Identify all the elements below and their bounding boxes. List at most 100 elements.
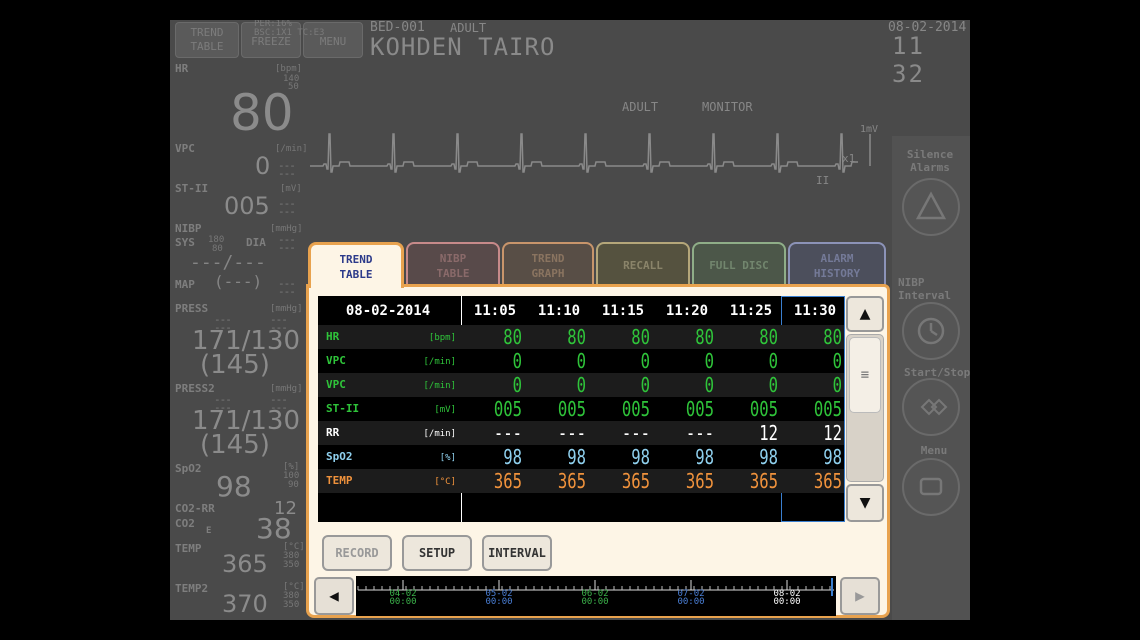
- hr-label: HR: [175, 62, 189, 75]
- temp2-label: TEMP2: [175, 582, 209, 595]
- record-button[interactable]: RECORD: [322, 535, 392, 571]
- header-time: 11 32: [892, 32, 925, 88]
- table-cell: 80: [759, 325, 778, 349]
- table-cell: 0: [640, 373, 650, 397]
- table-cell: 005: [749, 397, 778, 421]
- status-text: PER:16% BSC:1X1 TC:E3: [254, 20, 325, 38]
- table-cell: 005: [813, 397, 842, 421]
- row-unit: [/min]: [423, 429, 456, 439]
- trend-table-panel: 08-02-2014 11:05 11:10 11:15 11:20 11:25 11:3…: [306, 284, 890, 618]
- time-header: 11:05: [473, 303, 517, 319]
- table-cell: 98: [631, 445, 650, 469]
- trend-table-top-button[interactable]: TREND TABLE: [175, 22, 239, 58]
- nibp-interval-button[interactable]: [902, 302, 960, 360]
- row-label: HR: [326, 330, 340, 343]
- table-cell: 365: [493, 469, 522, 493]
- up-arrow-icon: ▲: [859, 303, 871, 324]
- row-label: VPC: [326, 354, 346, 367]
- interval-button[interactable]: INTERVAL: [482, 535, 552, 571]
- table-cell: 80: [631, 325, 650, 349]
- table-cell: ---: [557, 421, 586, 445]
- timeline-scale[interactable]: 04-02 00:00 05-02 00:00 06-02 00:00 07-02 00:00…: [356, 576, 836, 616]
- setup-button[interactable]: SETUP: [402, 535, 472, 571]
- temp2-limit-lo: 350: [283, 600, 300, 610]
- hr-value: 80: [230, 84, 294, 142]
- right-arrow-icon: ▶: [855, 586, 865, 605]
- menu-button[interactable]: [902, 458, 960, 516]
- table-cell: 0: [704, 349, 714, 373]
- st-limits: --- ---: [278, 197, 296, 218]
- timeline-label: 06-02 00:00: [575, 590, 615, 607]
- timeline-next-button[interactable]: ▶: [840, 577, 880, 615]
- trend-panel: TREND TABLE NIBP TABLE TREND GRAPH RECAL…: [306, 242, 890, 618]
- row-label: VPC: [326, 378, 346, 391]
- nibp-sys-label: SYS: [175, 236, 195, 249]
- row-label: SpO2: [326, 450, 353, 463]
- timeline-label: 04-02 00:00: [383, 590, 423, 607]
- table-cell: 12: [759, 421, 778, 445]
- table-cell: 0: [576, 373, 586, 397]
- temp-limit-lo: 350: [283, 560, 300, 570]
- row-unit: [mV]: [434, 405, 456, 415]
- table-row: VPC [/min] 0 0 0 0 0 0: [318, 373, 844, 397]
- table-cell: ---: [493, 421, 522, 445]
- table-cell: 0: [832, 373, 842, 397]
- ecg-waveform: [310, 133, 871, 173]
- table-cell: 365: [685, 469, 714, 493]
- scroll-up-button[interactable]: ▲: [846, 296, 884, 332]
- tab-trend-graph[interactable]: TREND GRAPH: [502, 242, 594, 286]
- table-cell: 0: [512, 349, 522, 373]
- temp-value: 365: [222, 550, 268, 578]
- timeline-time: 00:00: [773, 597, 801, 607]
- vpc-limits: --- ---: [278, 159, 296, 180]
- table-cell: 12: [823, 421, 842, 445]
- timeline-time: 00:00: [677, 597, 705, 607]
- map-limits: --- ---: [278, 277, 296, 298]
- table-cell: 98: [503, 445, 522, 469]
- table-cell: 005: [557, 397, 586, 421]
- spo2-limit-lo: 90: [288, 480, 299, 490]
- menu-icon: [919, 477, 943, 496]
- patient-name: KOHDEN TAIRO: [370, 33, 556, 61]
- table-cell: 365: [813, 469, 842, 493]
- table-cell: ---: [685, 421, 714, 445]
- nibp-interval-label: NIBP Interval: [898, 276, 951, 302]
- co2-flag: E: [206, 526, 212, 536]
- row-label: RR: [326, 426, 340, 439]
- table-cell: 80: [503, 325, 522, 349]
- st-unit: [mV]: [280, 184, 302, 194]
- table-cell: 365: [621, 469, 650, 493]
- wave-label-adult: ADULT: [622, 100, 659, 114]
- table-cell: 0: [704, 373, 714, 397]
- co2rr-label: CO2-RR: [175, 502, 215, 515]
- row-unit: [°C]: [434, 477, 456, 487]
- tab-alarm-history[interactable]: ALARM HISTORY: [788, 242, 886, 286]
- table-cell: 365: [557, 469, 586, 493]
- scroll-down-button[interactable]: ▼: [846, 484, 884, 522]
- press2-label: PRESS2: [175, 382, 215, 395]
- table-cell: 80: [567, 325, 586, 349]
- tab-nibp-table[interactable]: NIBP TABLE: [406, 242, 500, 286]
- silence-alarms-label: Silence Alarms: [906, 148, 954, 174]
- table-cell: 0: [768, 349, 778, 373]
- scrollbar-thumb[interactable]: ≡: [849, 337, 881, 413]
- map-value: (---): [214, 272, 263, 291]
- vpc-value: 0: [255, 152, 271, 180]
- st-label: ST-II: [175, 182, 209, 195]
- table-cell: 005: [493, 397, 522, 421]
- tab-trend-table[interactable]: TREND TABLE: [308, 242, 404, 288]
- scrollbar-track[interactable]: ≡: [846, 334, 884, 482]
- table-cell: 80: [695, 325, 714, 349]
- table-row: TEMP [°C] 365 365 365 365 365 365: [318, 469, 844, 493]
- tab-full-disc[interactable]: FULL DISC: [692, 242, 786, 286]
- timeline-label: 08-02 00:00: [767, 590, 807, 607]
- tab-recall[interactable]: RECALL: [596, 242, 690, 286]
- table-cell: 0: [768, 373, 778, 397]
- nibp-label: NIBP: [175, 222, 202, 235]
- table-cell: 0: [640, 349, 650, 373]
- table-cell: 005: [621, 397, 650, 421]
- hr-unit: [bpm]: [275, 64, 303, 74]
- timeline-prev-button[interactable]: ◀: [314, 577, 354, 615]
- nibp-start-stop-button[interactable]: [902, 378, 960, 436]
- silence-alarms-button[interactable]: [902, 178, 960, 236]
